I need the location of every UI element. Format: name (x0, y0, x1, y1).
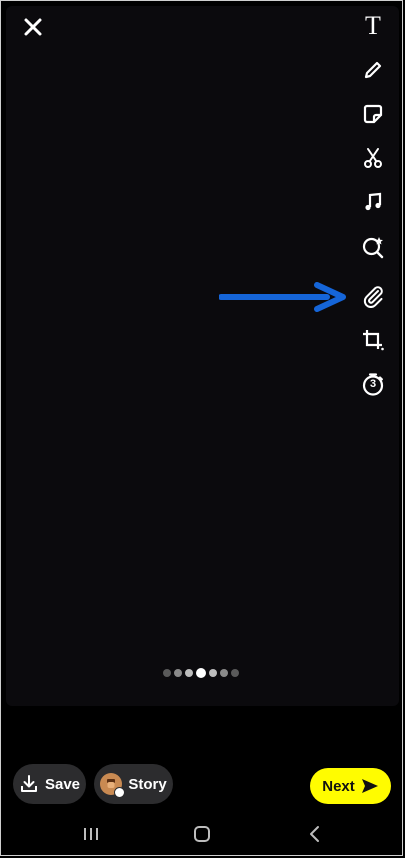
story-label: Story (128, 775, 167, 793)
recent-apps-icon (84, 828, 98, 840)
crop-icon (363, 330, 384, 351)
close-icon (24, 18, 42, 36)
story-button[interactable]: Story (94, 764, 173, 804)
pencil-icon (364, 61, 382, 79)
page-dot (185, 669, 193, 677)
snap-canvas (6, 6, 399, 706)
next-label: Next (322, 777, 355, 795)
music-tool-button[interactable] (358, 187, 388, 217)
text-tool-button[interactable]: T (358, 11, 388, 41)
page-dot (220, 669, 228, 677)
send-arrow-icon (361, 779, 378, 793)
lens-search-icon (362, 237, 384, 259)
bitmoji-icon (107, 779, 116, 788)
paperclip-icon (363, 286, 383, 308)
page-dot-active (196, 668, 206, 678)
back-icon (310, 826, 319, 842)
page-dot (163, 669, 171, 677)
scissors-tool-button[interactable] (358, 143, 388, 173)
sticker-tool-button[interactable] (358, 99, 388, 129)
crop-tool-button[interactable] (358, 325, 388, 355)
system-navigation-bar (1, 811, 404, 857)
scissors-icon (364, 148, 382, 168)
avatar (100, 773, 126, 798)
attachment-tool-button[interactable] (358, 281, 388, 311)
draw-tool-button[interactable] (358, 55, 388, 85)
lens-search-tool-button[interactable] (358, 232, 388, 262)
download-icon (20, 775, 37, 792)
page-dot (174, 669, 182, 677)
recent-apps-button[interactable] (77, 823, 105, 845)
home-button[interactable] (188, 823, 216, 845)
timer-tool-button[interactable]: 3 (358, 369, 388, 399)
close-button[interactable] (19, 13, 47, 41)
phone-frame: T 3 Save Story Next (0, 0, 403, 856)
save-label: Save (44, 775, 81, 793)
music-icon (365, 192, 382, 211)
page-indicator (163, 667, 239, 679)
page-dot (231, 669, 239, 677)
sticker-icon (363, 104, 383, 124)
text-icon: T (365, 11, 381, 40)
back-button[interactable] (301, 823, 329, 845)
page-dot (209, 669, 217, 677)
annotation-arrow (219, 282, 346, 312)
next-button[interactable]: Next (310, 768, 391, 804)
home-icon (194, 826, 210, 842)
timer-value: 3 (369, 378, 377, 390)
save-button[interactable]: Save (13, 764, 86, 804)
